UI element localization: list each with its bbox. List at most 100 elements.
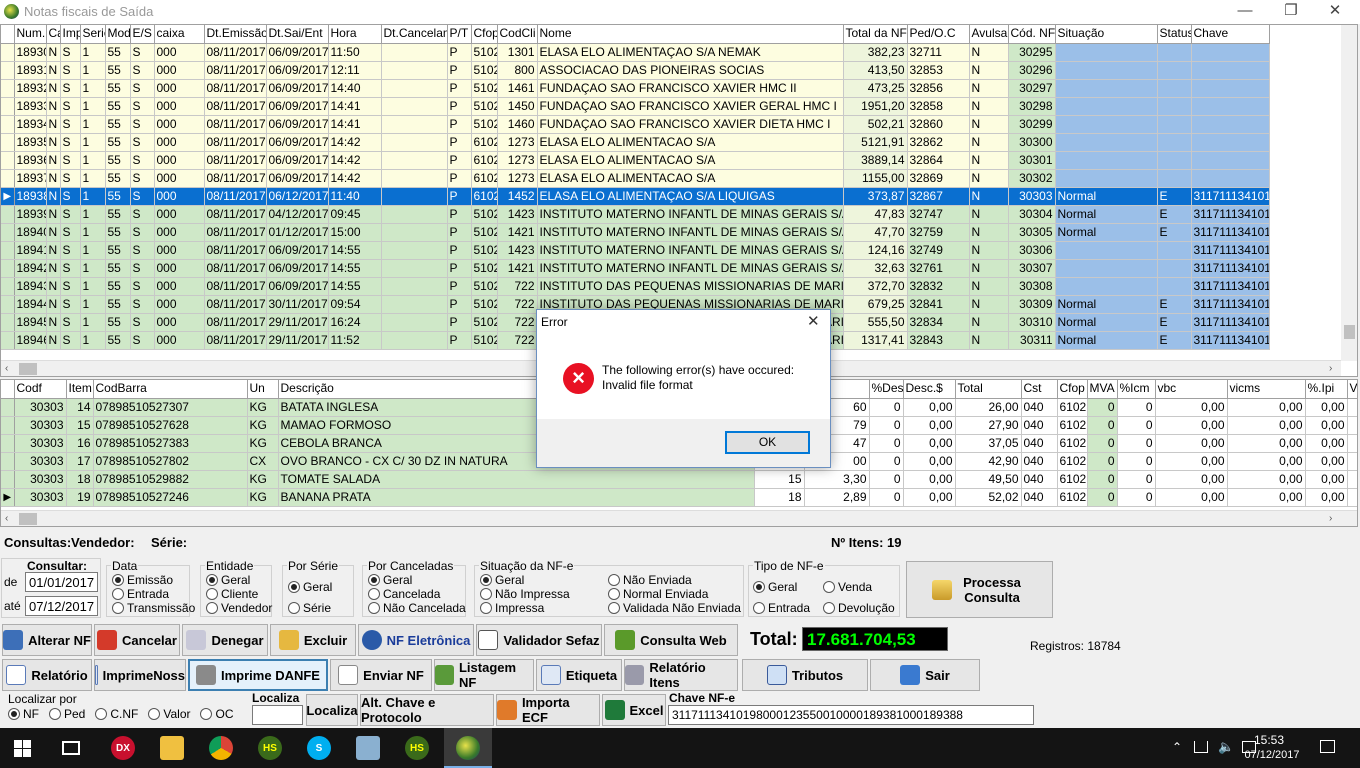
invoice-row[interactable]: 18931NS155S00008/11/201706/09/201712:11P… (1, 61, 1270, 80)
radio-option[interactable]: Não Impressa (480, 587, 608, 601)
importa-ecf-button[interactable]: Importa ECF (496, 694, 600, 726)
radio-button[interactable] (112, 574, 124, 586)
invoice-row[interactable]: 18937NS155S00008/11/201706/09/201714:42P… (1, 169, 1270, 188)
invoice-row[interactable]: 18930NS155S00008/11/201706/09/201711:50P… (1, 43, 1270, 62)
column-header[interactable]: Situação (1055, 25, 1158, 44)
localiza-input[interactable] (252, 705, 303, 725)
radio-option[interactable]: Emissão (112, 573, 195, 587)
clock-time[interactable]: 15:53 (1244, 733, 1294, 747)
column-header[interactable]: Ped/O.C (907, 25, 970, 44)
invoice-row[interactable]: 18940NS155S00008/11/201701/12/201715:00P… (1, 223, 1270, 242)
radio-option[interactable]: Não Cancelada (368, 601, 466, 615)
radio-button[interactable] (206, 588, 218, 600)
column-header[interactable]: vicms (1227, 380, 1306, 399)
radio-button[interactable] (288, 602, 300, 614)
dialog-close-button[interactable]: ✕ (807, 312, 820, 330)
invoice-row[interactable]: 18943NS155S00008/11/201706/09/201714:55P… (1, 277, 1270, 296)
column-header[interactable]: Mod (105, 25, 131, 44)
column-header[interactable]: P/T (447, 25, 472, 44)
radio-button[interactable] (480, 574, 492, 586)
column-header[interactable]: %Des (869, 380, 904, 399)
cancelar-button[interactable]: Cancelar (94, 624, 180, 656)
imprime-danfe-button[interactable]: Imprime DANFE (188, 659, 328, 691)
column-header[interactable]: Total (955, 380, 1022, 399)
radio-option[interactable]: Cancelada (368, 587, 466, 601)
column-header[interactable]: Serie (80, 25, 106, 44)
column-header[interactable]: MVA (1087, 380, 1118, 399)
row-indicator[interactable] (1, 61, 15, 80)
radio-option[interactable]: Geral (753, 577, 823, 598)
column-header[interactable]: Cfop (471, 25, 498, 44)
row-indicator[interactable] (1, 470, 15, 489)
invoice-row[interactable]: 18936NS155S00008/11/201706/09/201714:42P… (1, 151, 1270, 170)
enviar-nf-button[interactable]: Enviar NF (330, 659, 432, 691)
alt-chave-button[interactable]: Alt. Chave e Protocolo (360, 694, 494, 726)
radio-option[interactable]: Normal Enviada (608, 587, 742, 601)
invoice-row[interactable]: 18941NS155S00008/11/201706/09/201714:55P… (1, 241, 1270, 260)
column-header[interactable]: Chave (1191, 25, 1270, 44)
row-indicator[interactable] (1, 331, 15, 350)
radio-button[interactable] (823, 602, 835, 614)
row-indicator[interactable] (1, 277, 15, 296)
radio-option[interactable]: Não Enviada (608, 573, 742, 587)
chrome-icon[interactable] (209, 736, 233, 760)
radio-button[interactable] (480, 588, 492, 600)
row-indicator[interactable] (1, 416, 15, 435)
file-explorer-icon[interactable] (160, 736, 184, 760)
imprime-noss-button[interactable]: ImprimeNoss (94, 659, 186, 691)
start-icon[interactable] (14, 740, 32, 757)
hs-app-icon[interactable]: HS (258, 736, 282, 760)
denegar-button[interactable]: Denegar (182, 624, 268, 656)
nf-eletronica-button[interactable]: NF Eletrônica (358, 624, 474, 656)
column-header[interactable]: Status (1157, 25, 1192, 44)
skype-icon[interactable]: S (307, 736, 331, 760)
column-header[interactable]: E/S (130, 25, 155, 44)
radio-button[interactable] (49, 708, 61, 720)
column-header[interactable]: vbc (1155, 380, 1228, 399)
row-indicator[interactable] (1, 97, 15, 116)
radio-button[interactable] (608, 574, 620, 586)
radio-button[interactable] (200, 708, 213, 720)
excluir-button[interactable]: Excluir (270, 624, 356, 656)
clock-date[interactable]: 07/12/2017 (1240, 749, 1304, 761)
radio-option[interactable]: Geral (368, 573, 466, 587)
restore-button[interactable]: ❐ (1268, 0, 1314, 24)
column-header[interactable]: Desc.$ (903, 380, 956, 399)
hs-app2-icon[interactable]: HS (405, 736, 429, 760)
dx-app-icon[interactable]: DX (111, 736, 135, 760)
column-header[interactable]: Dt.Sai/Ent (266, 25, 329, 44)
consulta-web-button[interactable]: Consulta Web (604, 624, 738, 656)
radio-button[interactable] (368, 588, 380, 600)
chave-input[interactable]: 3117111341019800012355001000018938100018… (668, 705, 1034, 725)
invoices-vscroll[interactable]: ⌄ (1341, 25, 1357, 361)
notes-app-icon[interactable] (356, 736, 380, 760)
radio-button[interactable] (480, 602, 492, 614)
invoice-row-selected[interactable]: ▶18938NS155S00008/11/201706/12/201711:40… (1, 187, 1270, 206)
radio-button[interactable] (368, 574, 380, 586)
radio-button[interactable] (753, 581, 765, 593)
column-header[interactable]: Cód. NF (1008, 25, 1056, 44)
column-header[interactable]: Dt.Cancelam (381, 25, 448, 44)
validador-sefaz-button[interactable]: Validador Sefaz (476, 624, 602, 656)
column-header[interactable]: Nome (537, 25, 844, 44)
column-header[interactable]: Ca (46, 25, 61, 44)
tray-chevron-icon[interactable]: ⌃ (1172, 740, 1182, 754)
radio-option[interactable]: Devolução (823, 598, 898, 619)
column-header[interactable]: Vlr.Ipi (1347, 380, 1357, 399)
radio-button[interactable] (608, 588, 620, 600)
radio-option[interactable]: Validada Não Enviada (608, 601, 742, 615)
row-indicator[interactable] (1, 151, 15, 170)
column-header[interactable]: CodBarra (93, 380, 248, 399)
radio-button[interactable] (8, 708, 20, 720)
radio-option[interactable]: OC (200, 707, 233, 721)
row-indicator[interactable] (1, 43, 15, 62)
row-indicator[interactable] (1, 133, 15, 152)
invoice-row[interactable]: 18935NS155S00008/11/201706/09/201714:42P… (1, 133, 1270, 152)
radio-option[interactable]: Geral (480, 573, 608, 587)
column-header[interactable]: Cst (1021, 380, 1058, 399)
invoice-row[interactable]: 18939NS155S00008/11/201704/12/201709:45P… (1, 205, 1270, 224)
items-hscroll[interactable]: ‹ › (1, 510, 1357, 526)
row-indicator[interactable] (1, 241, 15, 260)
relatorio-itens-button[interactable]: Relatório Itens (624, 659, 738, 691)
radio-option[interactable]: C.NF (95, 707, 138, 721)
